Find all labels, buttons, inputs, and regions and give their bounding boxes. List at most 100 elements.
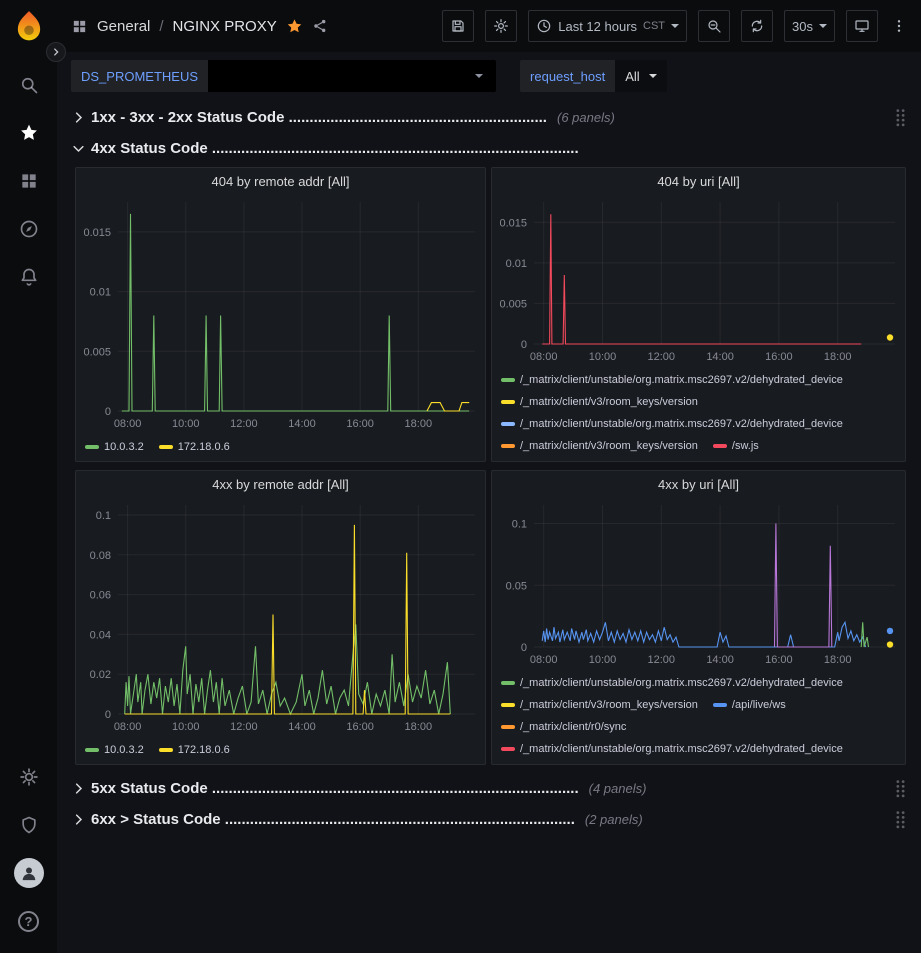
sidebar-bottom: ? bbox=[0, 753, 57, 945]
row-header-6xx[interactable]: 6xx > Status Code ......................… bbox=[71, 806, 907, 833]
dashboard-content: DS_PROMETHEUS request_host All 1xx - 3xx… bbox=[57, 52, 921, 953]
legend-item[interactable]: /_matrix/client/r0/sync bbox=[501, 716, 626, 738]
breadcrumb-section[interactable]: General bbox=[97, 18, 150, 35]
user-icon bbox=[19, 863, 39, 883]
legend-item[interactable]: 172.18.0.6 bbox=[159, 436, 230, 458]
sidebar-item-server-admin[interactable] bbox=[0, 801, 57, 849]
chevron-right-icon bbox=[71, 781, 86, 796]
star-icon bbox=[19, 123, 39, 143]
svg-text:0.005: 0.005 bbox=[499, 298, 527, 310]
dashboard-settings-button[interactable] bbox=[485, 10, 517, 42]
legend-item[interactable]: /_matrix/client/unstable/org.matrix.msc2… bbox=[501, 738, 843, 760]
legend-item[interactable]: 10.0.3.2 bbox=[85, 739, 144, 761]
sidebar-item-profile[interactable] bbox=[0, 849, 57, 897]
sidebar-item-search[interactable] bbox=[0, 61, 57, 109]
ds-prometheus-select[interactable] bbox=[208, 60, 496, 92]
legend-label: /_matrix/client/unstable/org.matrix.msc2… bbox=[520, 743, 843, 755]
panel-4xx-by-uri: 4xx by uri [All] 08:0010:0012:0014:0016:… bbox=[491, 470, 906, 765]
legend: /_matrix/client/unstable/org.matrix.msc2… bbox=[492, 669, 905, 764]
drag-handle-icon[interactable] bbox=[894, 108, 907, 127]
tv-mode-button[interactable] bbox=[846, 10, 878, 42]
svg-text:14:00: 14:00 bbox=[288, 418, 316, 430]
legend-item[interactable]: /_matrix/client/v3/room_keys/version bbox=[501, 435, 698, 457]
sidebar-item-configuration[interactable] bbox=[0, 753, 57, 801]
row-header-4xx[interactable]: 4xx Status Code ........................… bbox=[71, 135, 907, 162]
refresh-interval-select[interactable]: 30s bbox=[784, 10, 835, 42]
chart-404-by-remote-addr[interactable]: 08:0010:0012:0014:0016:0018:0000.0050.01… bbox=[76, 194, 485, 433]
legend-item[interactable]: /_matrix/client/unstable/org.matrix.msc2… bbox=[501, 369, 843, 391]
time-range-picker[interactable]: Last 12 hours CST bbox=[528, 10, 687, 42]
panel-title[interactable]: 4xx by uri [All] bbox=[492, 471, 905, 497]
refresh-button[interactable] bbox=[741, 10, 773, 42]
sidebar-item-dashboards[interactable] bbox=[0, 157, 57, 205]
legend-label: /_matrix/client/v3/room_keys/version bbox=[520, 396, 698, 408]
legend-swatch bbox=[713, 703, 727, 707]
svg-text:0.01: 0.01 bbox=[506, 258, 527, 270]
svg-text:12:00: 12:00 bbox=[230, 721, 258, 733]
row-header-5xx[interactable]: 5xx Status Code ........................… bbox=[71, 775, 907, 802]
legend-swatch bbox=[159, 748, 173, 752]
legend-item[interactable]: /api/live/ws bbox=[713, 694, 786, 716]
legend-swatch bbox=[85, 748, 99, 752]
monitor-icon bbox=[854, 18, 870, 34]
svg-text:12:00: 12:00 bbox=[230, 418, 258, 430]
refresh-icon bbox=[749, 18, 765, 34]
ds-prometheus-label[interactable]: DS_PROMETHEUS bbox=[71, 60, 208, 92]
svg-text:0.005: 0.005 bbox=[83, 346, 111, 358]
variables-row: DS_PROMETHEUS request_host All bbox=[71, 60, 907, 92]
chevron-down-icon bbox=[671, 24, 679, 28]
svg-text:0: 0 bbox=[105, 406, 111, 418]
svg-text:10:00: 10:00 bbox=[589, 654, 617, 666]
chart-4xx-by-remote-addr[interactable]: 08:0010:0012:0014:0016:0018:0000.020.040… bbox=[76, 497, 485, 736]
panel-title[interactable]: 404 by remote addr [All] bbox=[76, 168, 485, 194]
legend-item[interactable]: 10.0.3.2 bbox=[85, 436, 144, 458]
chevron-down-icon bbox=[819, 24, 827, 28]
sidebar-item-alerting[interactable] bbox=[0, 253, 57, 301]
share-icon[interactable] bbox=[312, 18, 328, 34]
request-host-select[interactable]: All bbox=[615, 60, 666, 92]
svg-text:10:00: 10:00 bbox=[172, 721, 200, 733]
sidebar-item-help[interactable]: ? bbox=[0, 897, 57, 945]
save-icon bbox=[450, 18, 466, 34]
svg-text:0: 0 bbox=[521, 642, 527, 654]
svg-text:0.04: 0.04 bbox=[90, 629, 111, 641]
legend-label: /api/live/ws bbox=[732, 699, 786, 711]
row-header-1xx-2xx-3xx[interactable]: 1xx - 3xx - 2xx Status Code ............… bbox=[71, 104, 907, 131]
legend-swatch bbox=[501, 703, 515, 707]
bell-icon bbox=[19, 267, 39, 287]
request-host-label[interactable]: request_host bbox=[520, 60, 615, 92]
drag-handle-icon[interactable] bbox=[894, 779, 907, 798]
grafana-logo[interactable] bbox=[12, 9, 46, 43]
row-title: 5xx Status Code ........................… bbox=[91, 780, 579, 797]
drag-handle-icon[interactable] bbox=[894, 810, 907, 829]
panel-title[interactable]: 404 by uri [All] bbox=[492, 168, 905, 194]
svg-text:16:00: 16:00 bbox=[346, 418, 374, 430]
sidebar-item-starred[interactable] bbox=[0, 109, 57, 157]
legend-label: 172.18.0.6 bbox=[178, 441, 230, 453]
chart-404-by-uri[interactable]: 08:0010:0012:0014:0016:0018:0000.0050.01… bbox=[492, 194, 905, 366]
svg-text:12:00: 12:00 bbox=[648, 351, 676, 363]
sidebar-expand-button[interactable] bbox=[46, 42, 66, 62]
row-panel-count: (6 panels) bbox=[557, 110, 615, 125]
chart-4xx-by-uri[interactable]: 08:0010:0012:0014:0016:0018:0000.050.1 bbox=[492, 497, 905, 669]
kebab-menu-button[interactable] bbox=[889, 10, 909, 42]
svg-text:08:00: 08:00 bbox=[114, 418, 142, 430]
legend-item[interactable]: /sw.js bbox=[713, 435, 759, 457]
legend-item[interactable]: /_matrix/client/unstable/org.matrix.msc2… bbox=[501, 413, 843, 435]
legend-swatch bbox=[501, 400, 515, 404]
svg-text:12:00: 12:00 bbox=[648, 654, 676, 666]
legend-swatch bbox=[159, 445, 173, 449]
legend-item[interactable]: /_matrix/client/v3/room_keys/version bbox=[501, 694, 698, 716]
dashboard-title[interactable]: NGINX PROXY bbox=[173, 18, 277, 35]
favorite-star-icon[interactable] bbox=[286, 18, 303, 35]
gear-icon bbox=[19, 767, 39, 787]
zoom-out-button[interactable] bbox=[698, 10, 730, 42]
save-dashboard-button[interactable] bbox=[442, 10, 474, 42]
panel-title[interactable]: 4xx by remote addr [All] bbox=[76, 471, 485, 497]
sidebar-item-explore[interactable] bbox=[0, 205, 57, 253]
svg-text:16:00: 16:00 bbox=[765, 351, 793, 363]
legend-item[interactable]: /_matrix/client/v3/room_keys/version bbox=[501, 391, 698, 413]
panel-404-by-uri: 404 by uri [All] 08:0010:0012:0014:0016:… bbox=[491, 167, 906, 462]
legend-item[interactable]: /_matrix/client/unstable/org.matrix.msc2… bbox=[501, 672, 843, 694]
legend-item[interactable]: 172.18.0.6 bbox=[159, 739, 230, 761]
